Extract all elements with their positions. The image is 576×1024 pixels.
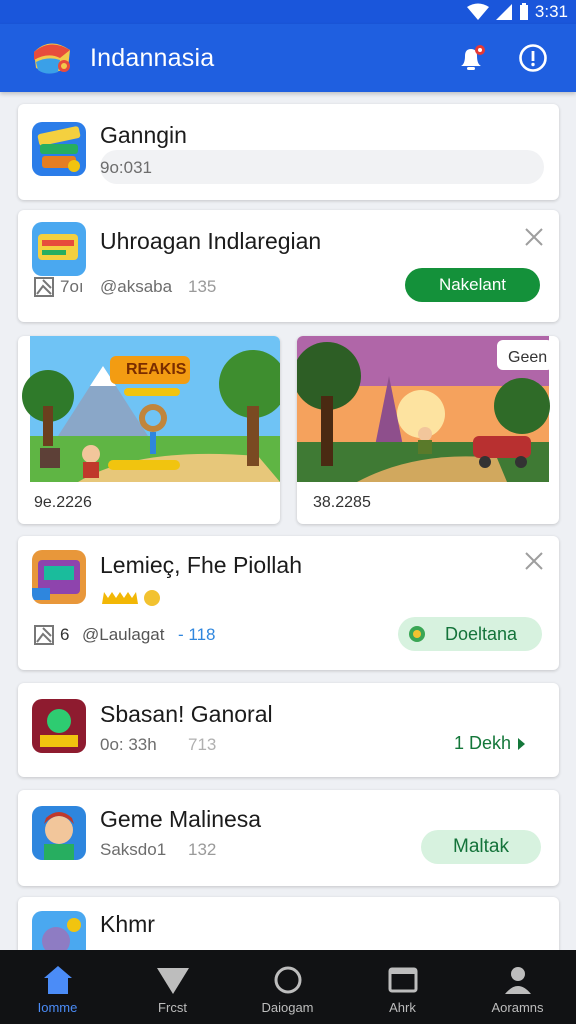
rating-crowns-icon (102, 590, 160, 606)
game-meta: 9o:031 (100, 158, 152, 177)
signal-icon (495, 4, 512, 20)
game-meta-a: 7oı (60, 277, 84, 296)
more-link[interactable]: 1 Dekh (454, 733, 527, 754)
chevron-right-icon (518, 737, 526, 750)
nav-label: Frcst (158, 1000, 187, 1015)
status-icons: 3:31 (466, 2, 568, 22)
game-meta-b: @aksaba (100, 277, 173, 296)
status-time: 3:31 (534, 2, 568, 21)
notifications-button[interactable] (454, 41, 488, 75)
game-thumbnail (32, 122, 86, 176)
image-card-2[interactable]: Geen 38.2285 (297, 336, 559, 524)
wifi-icon (466, 3, 489, 20)
game-title: Lemieç, Fhe Piollah (100, 552, 302, 578)
nav-item-home[interactable]: Iomme (0, 950, 115, 1024)
nav-label: Daiogam (261, 1000, 314, 1015)
app-title: Indannasia (90, 44, 215, 72)
game-card-1[interactable]: Ganngin 9o:031 (18, 104, 559, 200)
info-button[interactable] (516, 41, 550, 75)
window-icon (388, 967, 418, 993)
game-meta-b: 132 (188, 840, 217, 859)
game-thumbnail (32, 699, 86, 753)
bell-icon (461, 45, 485, 70)
battery-icon (519, 3, 528, 20)
game-banner-text: REAKIS (126, 361, 187, 378)
game-card-2[interactable]: Uhroagan Indlaregian 7oı @aksaba 135 Nak… (18, 210, 559, 322)
nav-item-diagram[interactable]: Daiogam (230, 950, 345, 1024)
game-card-5[interactable]: Geme Malinesa Saksdo1 132 Maltak (18, 790, 559, 886)
nav-item-ahrk[interactable]: Ahrk (345, 950, 460, 1024)
status-bar: 3:31 (0, 0, 576, 24)
game-meta-b: @Laulagat (82, 625, 165, 644)
nav-item-account[interactable]: Aoramns (460, 950, 575, 1024)
game-meta-c: 135 (188, 277, 217, 296)
image-icon (34, 625, 54, 645)
game-meta-a: 0o: 33h (100, 735, 157, 754)
game-thumbnail (32, 550, 86, 604)
action-button[interactable]: Doeltana (398, 617, 542, 651)
funnel-icon (157, 968, 189, 994)
close-icon[interactable] (523, 226, 545, 248)
app-bar: Indannasia (0, 24, 576, 92)
circle-icon (274, 966, 302, 994)
image-card-caption: 9e.2226 (34, 494, 92, 511)
image-card-1[interactable]: REAKIS 9e.2226 (18, 336, 280, 524)
person-icon (505, 967, 531, 994)
game-title: Geme Malinesa (100, 806, 262, 832)
home-icon (44, 966, 72, 994)
game-meta-c: - 118 (178, 625, 216, 644)
action-button[interactable]: Nakelant (405, 268, 540, 302)
game-thumbnail (32, 806, 86, 860)
game-meta-b: 713 (188, 735, 217, 754)
more-link-label: 1 Dekh (454, 733, 512, 753)
nav-item-forest[interactable]: Frcst (115, 950, 230, 1024)
close-icon[interactable] (523, 550, 545, 572)
action-button[interactable]: Maltak (421, 830, 541, 864)
game-thumbnail (32, 222, 86, 276)
image-icon (34, 277, 54, 297)
game-title: Ganngin (100, 122, 187, 148)
game-title: Uhroagan Indlaregian (100, 228, 322, 254)
bottom-navigation: Iomme Frcst Daiogam Ahrk Aoramns (0, 950, 576, 1024)
game-title: Sbasan! Ganoral (100, 701, 273, 727)
game-meta-field (100, 150, 544, 184)
game-card-4[interactable]: Sbasan! Ganoral 0o: 33h 713 1 Dekh (18, 683, 559, 777)
nav-label: Aoramns (491, 1000, 544, 1015)
action-button-label: Doeltana (444, 624, 518, 644)
game-meta-a: 6 (60, 625, 70, 644)
game-meta-a: Saksdo1 (100, 840, 167, 859)
nav-label: Iomme (37, 1000, 78, 1015)
game-card-3[interactable]: Lemieç, Fhe Piollah 6 @Laulagat - 118 Do… (18, 536, 559, 670)
coin-icon (409, 626, 425, 642)
nav-label: Ahrk (389, 1000, 416, 1015)
image-card-caption: 38.2285 (313, 494, 371, 511)
info-icon (519, 44, 547, 72)
app-logo-icon (34, 43, 70, 74)
game-title: Khmr (100, 911, 155, 937)
image-card-badge: Geen (508, 349, 547, 366)
